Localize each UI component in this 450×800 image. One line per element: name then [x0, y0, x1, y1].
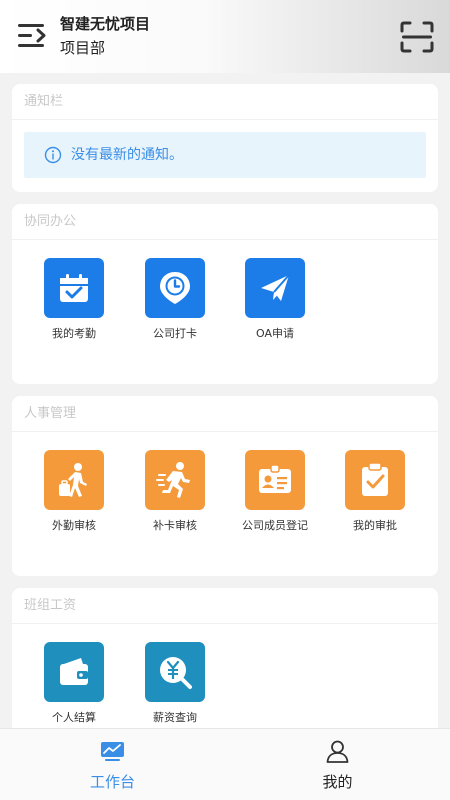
tab-workbench[interactable]: 工作台: [0, 729, 225, 800]
hr-card-title: 人事管理: [12, 396, 438, 432]
bottom-tabbar: 工作台 我的: [0, 728, 450, 800]
attendance-label: 我的考勤: [52, 327, 96, 340]
clock-in-button[interactable]: 公司打卡: [125, 258, 225, 341]
clock-pin-icon: [145, 258, 205, 318]
wage-card: 班组工资 个人结算 薪资查询: [12, 588, 438, 748]
notice-banner: 没有最新的通知。: [24, 132, 426, 178]
oa-apply-label: OA申请: [256, 327, 294, 340]
punch-fix-review-button[interactable]: 补卡审核: [125, 450, 225, 533]
user-icon: [325, 739, 350, 764]
hr-card: 人事管理 外勤审核 补卡审核 公司成员登记 我的审批: [12, 396, 438, 576]
punch-fix-review-label: 补卡审核: [153, 519, 197, 532]
notice-message: 没有最新的通知。: [71, 147, 183, 163]
app-title: 智建无忧项目: [60, 15, 151, 33]
my-approval-button[interactable]: 我的审批: [325, 450, 425, 533]
monitor-chart-icon: [100, 739, 125, 764]
clock-in-label: 公司打卡: [153, 327, 197, 340]
header-titles: 智建无忧项目 项目部: [60, 14, 150, 58]
traveler-icon: [44, 450, 104, 510]
collab-card-title: 协同办公: [12, 204, 438, 240]
member-register-label: 公司成员登记: [242, 519, 308, 532]
wallet-icon: [44, 642, 104, 702]
calendar-check-icon: [44, 258, 104, 318]
oa-apply-button[interactable]: OA申请: [225, 258, 325, 341]
paper-plane-icon: [245, 258, 305, 318]
field-work-review-button[interactable]: 外勤审核: [24, 450, 124, 533]
clipboard-check-icon: [345, 450, 405, 510]
scan-icon[interactable]: [399, 20, 435, 54]
tab-mine[interactable]: 我的: [225, 729, 450, 800]
yen-search-icon: [145, 642, 205, 702]
menu-icon[interactable]: [16, 20, 50, 52]
id-card-icon: [245, 450, 305, 510]
tab-workbench-label: 工作台: [89, 773, 135, 791]
notice-card: 通知栏 没有最新的通知。: [12, 84, 438, 192]
settlement-button[interactable]: 个人结算: [24, 642, 124, 725]
salary-query-button[interactable]: 薪资查询: [125, 642, 225, 725]
department-name: 项目部: [60, 39, 106, 57]
member-register-button[interactable]: 公司成员登记: [225, 450, 325, 533]
runner-icon: [145, 450, 205, 510]
app-header: 智建无忧项目 项目部: [0, 0, 450, 73]
wage-card-title: 班组工资: [12, 588, 438, 624]
salary-query-label: 薪资查询: [153, 711, 197, 724]
field-work-review-label: 外勤审核: [52, 519, 96, 532]
attendance-button[interactable]: 我的考勤: [24, 258, 124, 341]
my-approval-label: 我的审批: [353, 519, 397, 532]
info-icon: [44, 146, 62, 164]
collab-card: 协同办公 我的考勤 公司打卡 OA申请: [12, 204, 438, 384]
notice-card-title: 通知栏: [12, 84, 438, 120]
tab-mine-label: 我的: [322, 773, 353, 791]
settlement-label: 个人结算: [52, 711, 96, 724]
